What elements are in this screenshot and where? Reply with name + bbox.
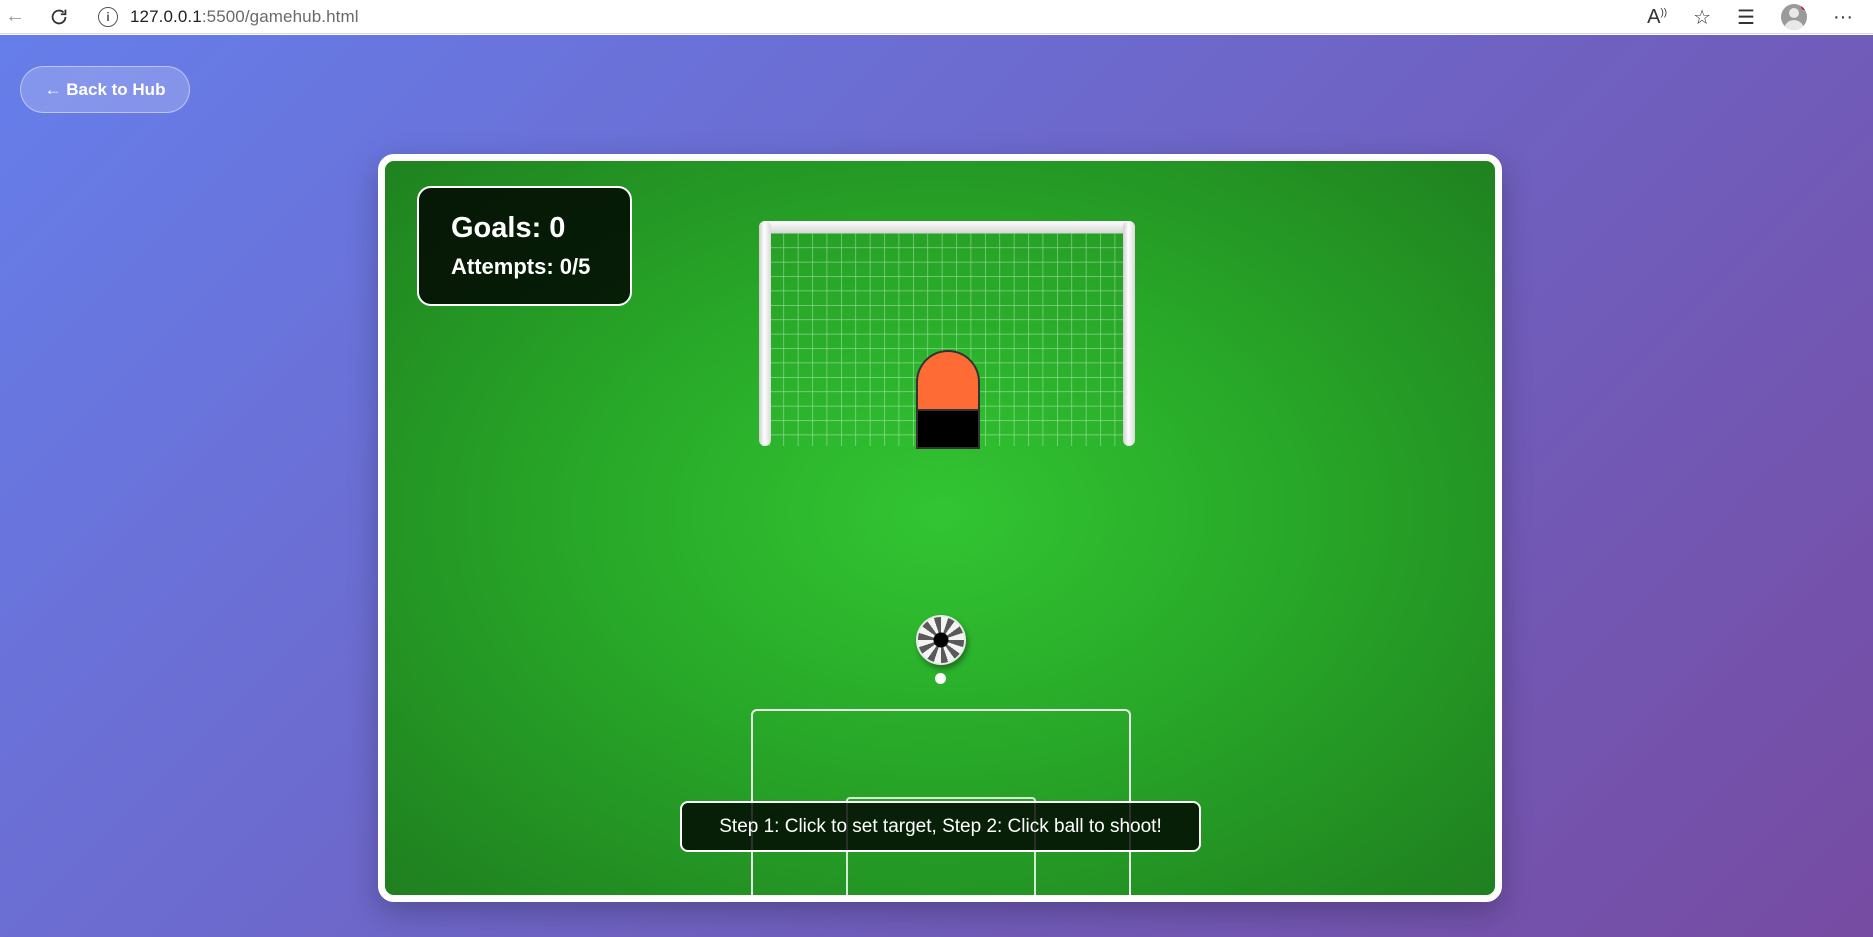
goalkeeper-shorts — [916, 409, 980, 449]
goalkeeper-shirt — [916, 350, 980, 410]
back-arrow-icon[interactable]: ← — [0, 2, 30, 32]
soccer-ball[interactable] — [916, 615, 966, 665]
read-aloud-icon[interactable]: A)) — [1647, 6, 1667, 29]
goal-crossbar — [759, 221, 1135, 233]
attempts-counter: Attempts: 0/5 — [451, 254, 591, 279]
profile-avatar-icon[interactable] — [1781, 4, 1808, 30]
scoreboard: Goals: 0 Attempts: 0/5 — [417, 186, 632, 306]
favorite-star-icon[interactable]: ☆ — [1693, 5, 1711, 30]
goals-counter: Goals: 0 — [451, 212, 566, 244]
toolbar-right: A)) ☆ ☰ ··· — [1647, 0, 1853, 34]
more-menu-icon[interactable]: ··· — [1833, 6, 1853, 29]
goal-post-left — [759, 221, 771, 446]
reload-icon[interactable] — [44, 2, 74, 32]
url-text: 127.0.0.1:5500/gamehub.html — [130, 7, 359, 26]
browser-toolbar: ← i 127.0.0.1:5500/gamehub.html A)) ☆ ☰ … — [0, 0, 1873, 34]
address-bar[interactable]: i 127.0.0.1:5500/gamehub.html — [90, 1, 1715, 33]
soccer-field[interactable]: Goals: 0 Attempts: 0/5 Step 1: Click to … — [378, 154, 1502, 902]
notification-dot — [1801, 4, 1808, 10]
goalkeeper — [916, 350, 980, 449]
game-page: ← Back to Hub Goals: 0 Attempts: 0/5 Ste… — [0, 35, 1873, 937]
back-to-hub-button[interactable]: ← Back to Hub — [20, 66, 190, 113]
favorites-icon[interactable]: ☰ — [1737, 5, 1755, 30]
penalty-spot — [935, 673, 946, 684]
instruction-banner: Step 1: Click to set target, Step 2: Cli… — [680, 801, 1201, 852]
info-icon[interactable]: i — [98, 7, 118, 27]
goal-post-right — [1123, 221, 1135, 446]
